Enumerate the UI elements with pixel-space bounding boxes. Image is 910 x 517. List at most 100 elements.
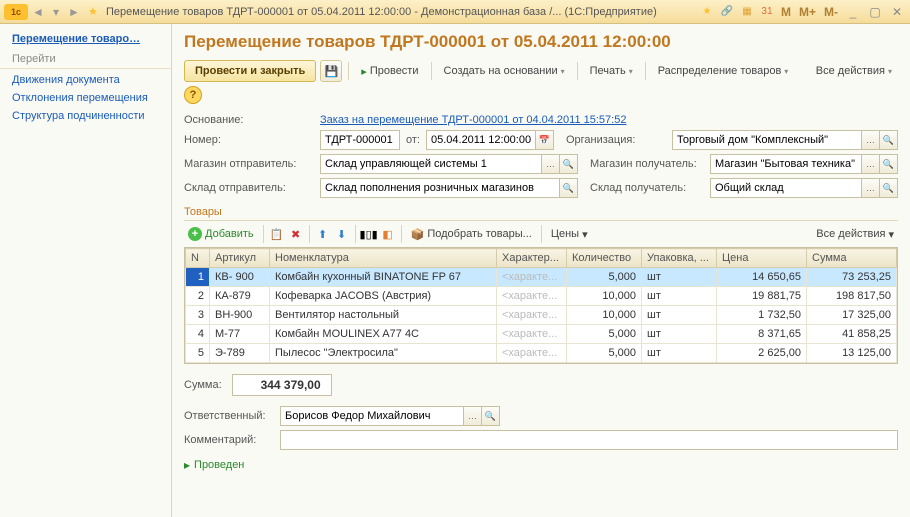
help-icon[interactable]: ? <box>184 86 202 104</box>
app-logo-icon: 1c <box>4 4 28 20</box>
pick-label: Подобрать товары... <box>427 228 532 240</box>
wh-sender-label: Склад отправитель: <box>184 182 314 194</box>
grid-header[interactable]: Артикул <box>210 249 270 268</box>
goods-section-title: Товары <box>184 206 898 221</box>
calendar-icon[interactable]: 31 <box>759 4 775 20</box>
table-row[interactable]: 3ВН-900Вентилятор настольный<характе...1… <box>186 306 897 325</box>
wh-receiver-open-icon[interactable]: 🔍 <box>880 178 898 198</box>
star-icon: ★ <box>88 5 102 19</box>
sidebar-section-goto: Перейти <box>0 50 171 69</box>
titlebar: 1c ◄ ▾ ► ★ Перемещение товаров ТДРТ-0000… <box>0 0 910 24</box>
wh-receiver-select-icon[interactable]: … <box>862 178 880 198</box>
grid-all-actions-label: Все действия <box>816 228 885 240</box>
pick-goods-button[interactable]: 📦Подобрать товары... <box>407 226 536 243</box>
post-button[interactable]: ▸Провести <box>355 62 424 81</box>
post-and-close-button[interactable]: Провести и закрыть <box>184 60 316 82</box>
window-title: Перемещение товаров ТДРТ-000001 от 05.04… <box>106 6 699 18</box>
main-toolbar: Провести и закрыть 💾 ▸Провести Создать н… <box>184 60 898 104</box>
print-label: Печать <box>590 65 626 77</box>
nav-fwd-icon[interactable]: ► <box>66 4 82 20</box>
m-plus-button[interactable]: M+ <box>797 5 818 19</box>
delete-row-icon[interactable]: ✖ <box>288 226 304 242</box>
close-icon[interactable]: ✕ <box>888 4 906 20</box>
sum-label: Сумма: <box>184 379 222 391</box>
add-label: Добавить <box>205 228 254 240</box>
responsible-open-icon[interactable]: 🔍 <box>482 406 500 426</box>
org-open-icon[interactable]: 🔍 <box>880 130 898 150</box>
shop-receiver-select-icon[interactable]: … <box>862 154 880 174</box>
m-minus-button[interactable]: M- <box>822 5 840 19</box>
all-actions-label: Все действия <box>816 65 885 77</box>
save-icon[interactable]: 💾 <box>320 60 342 82</box>
minimize-icon[interactable]: _ <box>844 4 862 20</box>
grid-toolbar: +Добавить 📋 ✖ ⬆ ⬇ ▮▯▮ ◧ 📦Подобрать товар… <box>184 225 898 243</box>
shop-sender-input[interactable] <box>320 154 542 174</box>
nav-back-icon[interactable]: ◄ <box>30 4 46 20</box>
wh-sender-input[interactable] <box>320 178 560 198</box>
wh-receiver-label: Склад получатель: <box>590 182 704 194</box>
shop-sender-label: Магазин отправитель: <box>184 158 314 170</box>
status-badge: ▸ Проведен <box>184 458 898 472</box>
content-area: Перемещение товаров ТДРТ-000001 от 05.04… <box>172 24 910 517</box>
move-down-icon[interactable]: ⬇ <box>334 226 350 242</box>
add-row-button[interactable]: +Добавить <box>184 225 258 243</box>
grid-header[interactable]: Номенклатура <box>270 249 497 268</box>
table-row[interactable]: 4М-77Комбайн MOULINEX A77 4C<характе...5… <box>186 325 897 344</box>
scanner-icon[interactable]: ◧ <box>380 226 396 242</box>
sidebar-item-movements[interactable]: Движения документа <box>0 71 171 89</box>
number-label: Номер: <box>184 134 314 146</box>
fav-icon[interactable]: ★ <box>699 4 715 20</box>
org-label: Организация: <box>566 134 666 146</box>
shop-sender-select-icon[interactable]: … <box>542 154 560 174</box>
move-up-icon[interactable]: ⬆ <box>315 226 331 242</box>
create-based-button[interactable]: Создать на основании▾ <box>438 62 571 80</box>
wh-sender-open-icon[interactable]: 🔍 <box>560 178 578 198</box>
date-input[interactable] <box>426 130 536 150</box>
table-row[interactable]: 2КА-879Кофеварка JACOBS (Австрия)<характ… <box>186 287 897 306</box>
org-select-icon[interactable]: … <box>862 130 880 150</box>
barcode-icon[interactable]: ▮▯▮ <box>361 226 377 242</box>
sum-value: 344 379,00 <box>232 374 332 396</box>
table-row[interactable]: 1КВ- 900Комбайн кухонный BINATONE FP 67<… <box>186 268 897 287</box>
copy-row-icon[interactable]: 📋 <box>269 226 285 242</box>
grid-header[interactable]: Цена <box>717 249 807 268</box>
goods-grid[interactable]: NАртикулНоменклатураХарактер...Количеств… <box>184 247 898 364</box>
distribution-button[interactable]: Распределение товаров▾ <box>652 62 795 80</box>
create-based-label: Создать на основании <box>444 65 558 77</box>
status-text: Проведен <box>194 459 244 471</box>
prices-button[interactable]: Цены▾ <box>547 226 592 243</box>
print-button[interactable]: Печать▾ <box>584 62 639 80</box>
wh-receiver-input[interactable] <box>710 178 862 198</box>
responsible-select-icon[interactable]: … <box>464 406 482 426</box>
plus-icon: + <box>188 227 202 241</box>
grid-header[interactable]: Количество <box>567 249 642 268</box>
nav-dropdown-icon[interactable]: ▾ <box>48 4 64 20</box>
org-input[interactable] <box>672 130 862 150</box>
grid-header[interactable]: Характер... <box>497 249 567 268</box>
sidebar-item-doc[interactable]: Перемещение товаро… <box>0 30 171 48</box>
shop-receiver-input[interactable] <box>710 154 862 174</box>
sidebar-item-deviations[interactable]: Отклонения перемещения <box>0 89 171 107</box>
table-row[interactable]: 5Э-789Пылесос "Электросила"<характе...5,… <box>186 344 897 363</box>
from-label: от: <box>406 134 420 146</box>
responsible-input[interactable] <box>280 406 464 426</box>
comment-label: Комментарий: <box>184 434 274 446</box>
shop-sender-open-icon[interactable]: 🔍 <box>560 154 578 174</box>
posted-icon: ▸ <box>184 458 190 472</box>
shop-receiver-open-icon[interactable]: 🔍 <box>880 154 898 174</box>
grid-all-actions-button[interactable]: Все действия▾ <box>812 226 898 243</box>
m-button[interactable]: M <box>779 5 793 19</box>
grid-header[interactable]: N <box>186 249 210 268</box>
link-icon[interactable]: 🔗 <box>719 4 735 20</box>
maximize-icon[interactable]: ▢ <box>866 4 884 20</box>
calc-icon[interactable]: ▦ <box>739 4 755 20</box>
date-picker-icon[interactable]: 📅 <box>536 130 554 150</box>
all-actions-button[interactable]: Все действия▾ <box>810 62 898 80</box>
number-input[interactable] <box>320 130 400 150</box>
grid-header[interactable]: Упаковка, ... <box>642 249 717 268</box>
prices-label: Цены <box>551 228 579 240</box>
sidebar-item-structure[interactable]: Структура подчиненности <box>0 107 171 125</box>
grid-header[interactable]: Сумма <box>807 249 897 268</box>
basis-link[interactable]: Заказ на перемещение ТДРТ-000001 от 04.0… <box>320 114 626 126</box>
comment-input[interactable] <box>280 430 898 450</box>
